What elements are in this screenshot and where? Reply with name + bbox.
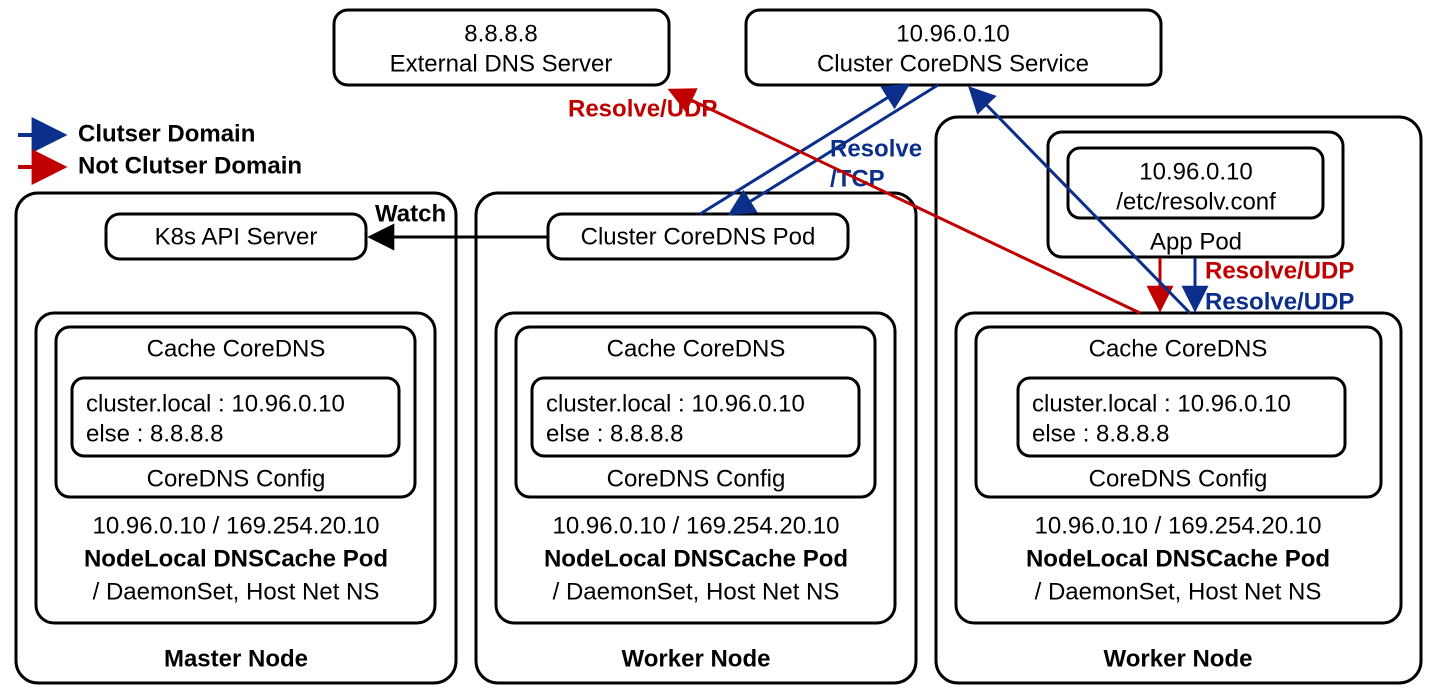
- podsub-w1: / DaemonSet, Host Net NS: [553, 578, 840, 605]
- app-pod-label: App Pod: [1150, 228, 1242, 255]
- resolv-ip: 10.96.0.10: [1139, 158, 1252, 185]
- ips-w1: 10.96.0.10 / 169.254.20.10: [553, 512, 840, 539]
- label-udp-blue: Resolve/UDP: [1205, 288, 1354, 315]
- node-title-master: Master Node: [164, 645, 308, 672]
- podname-w2: NodeLocal DNSCache Pod: [1026, 545, 1330, 572]
- cache-label-1: Cache CoreDNS: [147, 335, 326, 362]
- podsub-m: / DaemonSet, Host Net NS: [93, 578, 380, 605]
- cfg-line1-m: cluster.local : 10.96.0.10: [86, 390, 345, 417]
- cfg-line2-w2: else : 8.8.8.8: [1032, 420, 1169, 447]
- podname-w1: NodeLocal DNSCache Pod: [544, 545, 848, 572]
- cfg-label-w1: CoreDNS Config: [607, 465, 786, 492]
- podsub-w2: / DaemonSet, Host Net NS: [1035, 578, 1322, 605]
- external-dns-ip: 8.8.8.8: [464, 20, 537, 47]
- label-resolve: Resolve: [830, 135, 922, 162]
- ips-m: 10.96.0.10 / 169.254.20.10: [93, 512, 380, 539]
- nodelocal-worker-2: Cache CoreDNS cluster.local : 10.96.0.10…: [956, 313, 1401, 623]
- label-watch: Watch: [375, 200, 446, 227]
- external-dns-label: External DNS Server: [390, 50, 613, 77]
- nodelocal-master: Cache CoreDNS cluster.local : 10.96.0.10…: [36, 313, 435, 623]
- legend-cluster: Clutser Domain: [78, 120, 255, 147]
- cfg-label-m: CoreDNS Config: [147, 465, 326, 492]
- legend-not-cluster: Not Clutser Domain: [78, 152, 302, 179]
- label-udp-ext: Resolve/UDP: [568, 95, 717, 122]
- cfg-line2-m: else : 8.8.8.8: [86, 420, 223, 447]
- cache-label-3: Cache CoreDNS: [1089, 335, 1268, 362]
- podname-m: NodeLocal DNSCache Pod: [84, 545, 388, 572]
- cfg-line2-w1: else : 8.8.8.8: [546, 420, 683, 447]
- api-server-label: K8s API Server: [155, 223, 318, 250]
- cache-label-2: Cache CoreDNS: [607, 335, 786, 362]
- label-udp-red: Resolve/UDP: [1205, 257, 1354, 284]
- cfg-line1-w2: cluster.local : 10.96.0.10: [1032, 390, 1291, 417]
- nodelocal-worker-1: Cache CoreDNS cluster.local : 10.96.0.10…: [496, 313, 895, 623]
- cfg-line1-w1: cluster.local : 10.96.0.10: [546, 390, 805, 417]
- node-title-worker-1: Worker Node: [622, 645, 771, 672]
- node-title-worker-2: Worker Node: [1104, 645, 1253, 672]
- cluster-pod-label: Cluster CoreDNS Pod: [581, 223, 816, 250]
- resolv-file: /etc/resolv.conf: [1116, 188, 1276, 215]
- cfg-label-w2: CoreDNS Config: [1089, 465, 1268, 492]
- legend: Clutser Domain Not Clutser Domain: [18, 120, 302, 179]
- cluster-service-ip: 10.96.0.10: [896, 20, 1009, 47]
- cluster-service-label: Cluster CoreDNS Service: [817, 50, 1089, 77]
- ips-w2: 10.96.0.10 / 169.254.20.10: [1035, 512, 1322, 539]
